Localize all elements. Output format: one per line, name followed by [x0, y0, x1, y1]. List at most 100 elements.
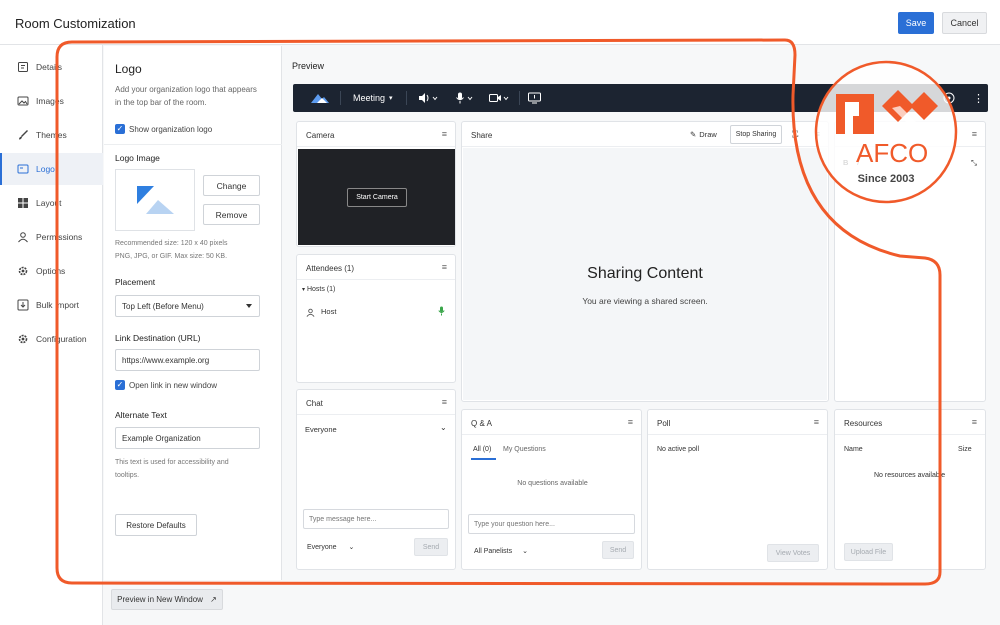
chevron-down-icon[interactable]: ⌄ — [440, 423, 447, 432]
page-title: Room Customization — [15, 16, 136, 31]
column-header-name: Name — [844, 446, 863, 453]
panel-title: Q & A — [471, 419, 492, 428]
cancel-button[interactable]: Cancel — [942, 12, 987, 34]
org-logo-icon — [309, 84, 331, 112]
camera-button[interactable] — [489, 84, 511, 112]
gear-icon — [18, 266, 28, 276]
chevron-down-icon: ▾ — [302, 287, 306, 293]
image-icon — [17, 96, 29, 106]
tab-all-questions[interactable]: All (0) — [473, 446, 491, 453]
restore-defaults-button[interactable]: Restore Defaults — [115, 514, 197, 536]
user-icon — [306, 308, 315, 317]
import-icon — [17, 299, 29, 311]
sidebar-item-images[interactable]: Images — [0, 85, 103, 117]
placement-select[interactable]: Top Left (Before Menu) — [115, 295, 260, 317]
preview-new-window-button[interactable]: Preview in New Window ↗ — [111, 589, 223, 610]
share-screen-button[interactable] — [528, 84, 541, 112]
logo-placeholder-icon — [137, 186, 174, 214]
question-input[interactable] — [468, 514, 635, 534]
screen-share-icon — [528, 92, 541, 104]
menu-icon[interactable]: ≡ — [972, 129, 977, 139]
save-button[interactable]: Save — [898, 12, 934, 34]
alt-text-label: Alternate Text — [115, 410, 167, 420]
menu-icon[interactable]: ≡ — [442, 397, 447, 407]
sidebar-item-label: Layout — [36, 198, 62, 208]
start-camera-button[interactable]: Start Camera — [347, 188, 407, 207]
sidebar-item-label: Themes — [36, 130, 67, 140]
fullscreen-icon[interactable]: ⛶ — [792, 129, 798, 140]
menu-icon[interactable]: ≡ — [972, 417, 977, 427]
sidebar-item-permissions[interactable]: Permissions — [0, 221, 103, 253]
menu-icon[interactable]: ≡ — [814, 417, 819, 427]
qa-send-button[interactable]: Send — [602, 541, 634, 559]
chevron-down-icon: ⌄ — [522, 548, 528, 555]
active-tab-indicator — [471, 458, 496, 460]
new-window-checkbox[interactable]: ✓ — [115, 380, 125, 390]
meeting-menu[interactable]: Meeting ▾ — [353, 84, 393, 112]
top-bar: Room Customization Save Cancel — [0, 0, 1000, 45]
mic-button[interactable] — [455, 84, 475, 112]
hosts-group-toggle[interactable]: ▾ Hosts (1) — [302, 286, 335, 293]
meeting-menu-label: Meeting — [353, 93, 386, 103]
logo-thumbnail — [115, 169, 195, 231]
chat-send-button[interactable]: Send — [414, 538, 448, 556]
link-destination-label: Link Destination (URL) — [115, 333, 201, 343]
qa-audience-select[interactable]: All Panelists ⌄ — [474, 547, 528, 555]
menu-icon[interactable]: ≡ — [442, 129, 447, 139]
sidebar-item-label: Images — [36, 96, 64, 106]
menu-icon[interactable]: ≡ — [628, 417, 633, 427]
view-votes-button[interactable]: View Votes — [767, 544, 819, 562]
more-vertical-icon[interactable]: ⋮ — [973, 84, 984, 112]
placement-label: Placement — [115, 277, 156, 287]
new-window-label: Open link in new window — [129, 381, 218, 390]
share-panel: Share ✎Draw Stop Sharing ⛶ ≡ Sharing Con… — [461, 121, 829, 402]
link-destination-input[interactable] — [115, 349, 260, 371]
chat-message-input[interactable] — [303, 509, 449, 529]
sidebar-item-label: Logo — [36, 164, 55, 174]
sidebar-item-label: Options — [36, 266, 66, 276]
panel-title: Chat — [306, 399, 323, 408]
speaker-button[interactable] — [418, 84, 438, 112]
placement-value: Top Left (Before Menu) — [122, 302, 204, 311]
chevron-down-icon: ▾ — [389, 95, 393, 102]
shared-screen-view: Sharing Content You are viewing a shared… — [463, 148, 827, 400]
chat-audience-select[interactable]: Everyone ⌄ — [307, 543, 354, 551]
sidebar-item-themes[interactable]: Themes — [0, 119, 103, 151]
pafco-watermark-logo: AFCO Since 2003 — [814, 60, 958, 204]
sidebar-item-details[interactable]: Details — [0, 51, 103, 83]
sidebar-item-label: Permissions — [36, 232, 83, 242]
sidebar-item-layout[interactable]: Layout — [0, 187, 103, 219]
show-logo-label: Show organization logo — [129, 125, 213, 134]
poll-panel: Poll ≡ No active poll View Votes — [647, 409, 828, 570]
gear-icon — [18, 334, 28, 344]
preview-new-window-label: Preview in New Window — [117, 595, 203, 604]
host-name: Host — [321, 307, 337, 316]
stop-sharing-button[interactable]: Stop Sharing — [730, 125, 782, 144]
attendee-row[interactable]: Host — [306, 307, 336, 317]
sidebar-item-options[interactable]: Options — [0, 255, 103, 287]
video-camera-icon — [489, 94, 509, 102]
speaker-icon — [419, 93, 438, 103]
draw-button[interactable]: ✎ Draw — [690, 130, 717, 139]
divider — [104, 144, 282, 145]
sharing-subtext: You are viewing a shared screen. — [582, 296, 708, 306]
panel-title: Attendees — [306, 264, 343, 273]
menu-icon[interactable]: ≡ — [442, 262, 447, 272]
microphone-icon — [438, 306, 445, 316]
remove-logo-button[interactable]: Remove — [203, 204, 260, 225]
sidebar-item-logo[interactable]: Logo — [0, 153, 103, 185]
section-description: Add your organization logo that appears … — [115, 85, 257, 107]
sidebar-item-configuration[interactable]: Configuration — [0, 323, 103, 355]
alt-text-input[interactable] — [115, 427, 260, 449]
chat-recipient-value[interactable]: Everyone — [305, 425, 337, 434]
chevron-down-icon — [246, 304, 252, 308]
sidebar-item-label: Bulk Import — [36, 300, 79, 310]
collapse-icon[interactable]: ⤡ — [971, 158, 977, 168]
upload-file-button[interactable]: Upload File — [844, 543, 893, 561]
attendee-count: (1) — [344, 264, 355, 273]
sidebar-item-bulk-import[interactable]: Bulk Import — [0, 289, 103, 321]
show-logo-checkbox[interactable]: ✓ — [115, 124, 125, 134]
change-logo-button[interactable]: Change — [203, 175, 260, 196]
logo-icon — [17, 164, 29, 174]
tab-my-questions[interactable]: My Questions — [503, 446, 546, 453]
